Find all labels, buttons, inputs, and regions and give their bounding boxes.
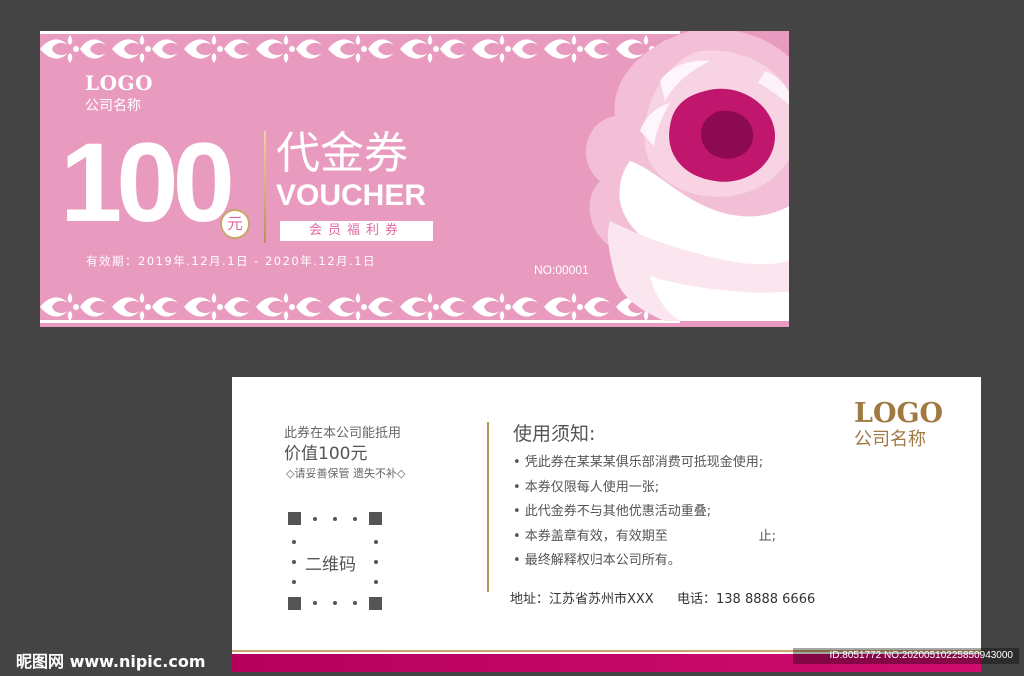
qr-dot [353,601,357,605]
voucher-back: 此券在本公司能抵用 价值100元 ◇请妥善保管 遗失不补◇ 二维码 使用须知: … [232,377,981,672]
front-company-name: 公司名称 [85,98,141,114]
usage-notice-item: • 本券仅限每人使用一张; [513,479,660,495]
qr-dot [292,580,296,584]
keep-safe-note: ◇请妥善保管 遗失不补◇ [286,467,406,480]
back-logo-text: LOGO [854,398,944,429]
usage-notice-title: 使用须知: [513,423,596,445]
qr-dot [374,580,378,584]
qr-code-label: 二维码 [305,555,356,575]
company-address: 地址：江苏省苏州市XXX [510,592,654,607]
usage-notice-item: • 此代金券不与其他优惠活动重叠; [513,504,712,519]
worth-value: 价值100元 [284,444,368,464]
usage-notice-list: • 凭此券在某某某俱乐部消费可抵现金使用; • 本券仅限每人使用一张; • 此代… [513,451,776,574]
voucher-title-cn: 代金券 [276,128,408,179]
qr-code-placeholder: 二维码 [288,512,382,610]
usage-notice-item: • 本券盖章有效，有效期至 止; [513,528,777,544]
back-gold-divider [487,422,489,592]
voucher-amount: 100 [60,120,235,245]
qr-dot [353,517,357,521]
qr-dot [333,517,337,521]
usage-notice-item: • 最终解释权归本公司所有。 [513,553,681,568]
qr-dot [313,517,317,521]
qr-dot [374,560,378,564]
qr-dot [292,560,296,564]
front-gold-divider [264,131,266,243]
peony-flower-illustration [585,31,789,321]
qr-corner-marker [288,512,301,525]
site-watermark: 昵图网 www.nipic.com [16,652,206,671]
member-benefit-label: 会员福利券 [280,221,433,241]
qr-dot [292,540,296,544]
back-company-name: 公司名称 [854,429,926,450]
front-logo-text: LOGO [85,71,153,95]
qr-dot [333,601,337,605]
image-id-watermark: ID:8051772 NO:20200510225850943000 [793,648,1019,664]
qr-corner-marker [369,512,382,525]
usage-notice-item: • 凭此券在某某某俱乐部消费可抵现金使用; [513,455,764,470]
qr-dot [313,601,317,605]
yuan-badge: 元 [220,209,250,239]
back-logo-block: LOGO 公司名称 [854,399,943,451]
qr-corner-marker [369,597,382,610]
company-phone: 电话：138 8888 6666 [677,592,816,607]
qr-dot [374,540,378,544]
voucher-title-en: VOUCHER [276,179,427,212]
qr-corner-marker [288,597,301,610]
voucher-front: LOGO 公司名称 100 元 代金券 VOUCHER 会员福利券 有效期：20… [40,31,789,327]
front-logo-block: LOGO 公司名称 [85,71,153,115]
validity-period: 有效期：2019年.12月.1日 - 2020年.12月.1日 [86,254,377,268]
